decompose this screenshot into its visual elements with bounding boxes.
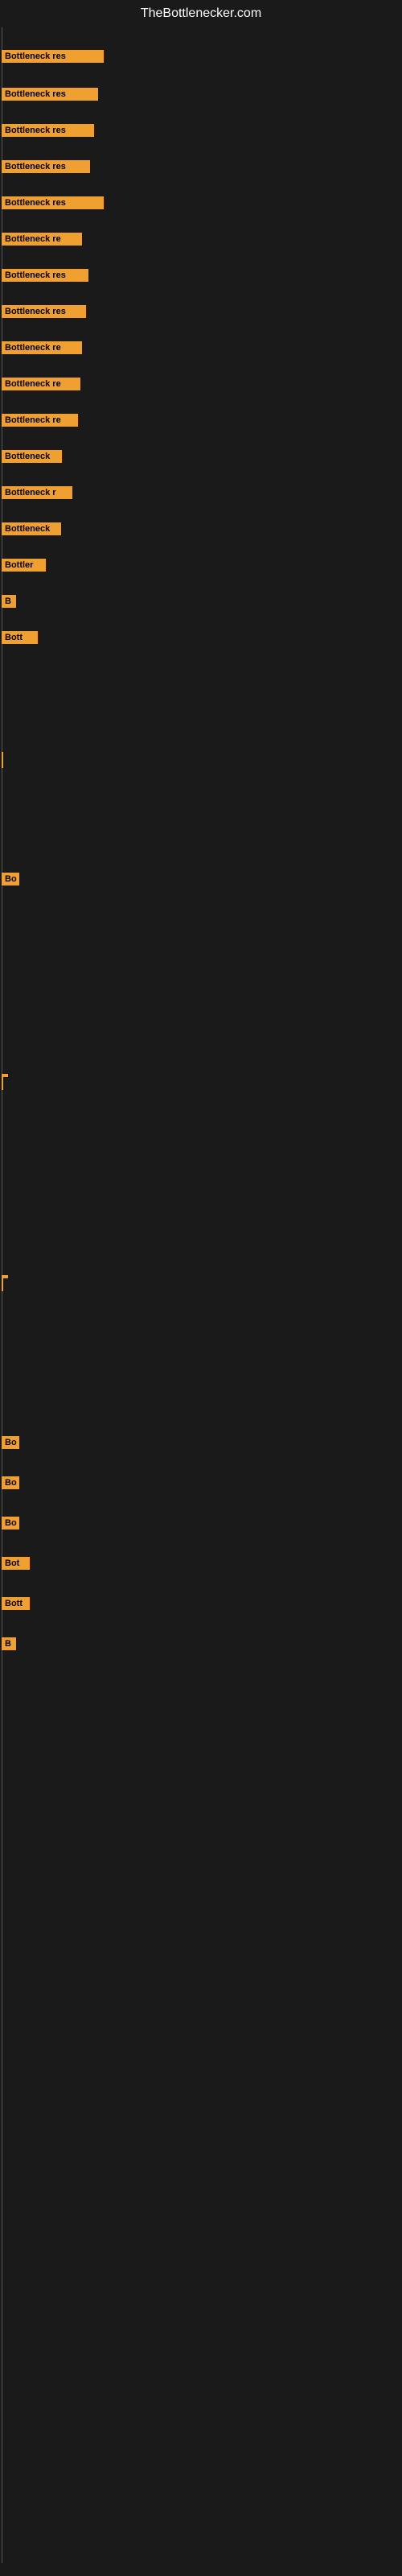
bar-label: Bottleneck res [2, 160, 90, 173]
tick-mark-2 [2, 1074, 3, 1090]
bar-item: Bottleneck re [2, 341, 82, 354]
bar-label: Bottler [2, 559, 46, 572]
bar-label: Bottleneck re [2, 341, 82, 354]
bar-item: B [2, 595, 16, 608]
bar-label: Bottleneck res [2, 50, 104, 63]
bar-item: Bottleneck res [2, 160, 90, 173]
bar-item: Bottleneck res [2, 305, 86, 318]
bar-item: B [2, 1637, 16, 1650]
bar-label: Bo [2, 1436, 19, 1449]
bar-item: Bottleneck r [2, 486, 72, 499]
bar-label: Bott [2, 1597, 30, 1610]
chart-area: Bottleneck res Bottleneck res Bottleneck r… [0, 27, 402, 2563]
bar-item: Bottleneck res [2, 124, 94, 137]
bar-label: Bottleneck re [2, 378, 80, 390]
bar-item: Bottleneck res [2, 88, 98, 101]
tick-mark-3 [2, 1275, 3, 1291]
bar-item: Bo [2, 1476, 19, 1489]
bar-item: Bottleneck [2, 522, 61, 535]
bar-item: Bottleneck res [2, 196, 104, 209]
bar-label: Bo [2, 1517, 19, 1530]
bar-label: Bottleneck re [2, 233, 82, 246]
bar-label: Bottleneck r [2, 486, 72, 499]
bar-label: Bottleneck re [2, 414, 78, 427]
bar-label: Bottleneck [2, 450, 62, 463]
bar-label: Bottleneck res [2, 196, 104, 209]
bar-label: Bo [2, 1476, 19, 1489]
bar-item: Bottleneck re [2, 378, 80, 390]
bar-item: Bottleneck [2, 450, 62, 463]
site-title: TheBottlenecker.com [0, 0, 402, 27]
bar-label: Bot [2, 1557, 30, 1570]
bar-label: Bottleneck [2, 522, 61, 535]
bar-item: Bottler [2, 559, 46, 572]
bar-item: Bo [2, 1517, 19, 1530]
bar-label: Bottleneck res [2, 269, 88, 282]
bar-label: B [2, 595, 16, 608]
bar-item: Bott [2, 1597, 30, 1610]
bar-item: Bottleneck res [2, 50, 104, 63]
bar-item: Bott [2, 631, 38, 644]
bar-label: Bottleneck res [2, 305, 86, 318]
bar-label: Bo [2, 873, 19, 886]
bar-item: Bot [2, 1557, 30, 1570]
bar-item: Bo [2, 1436, 19, 1449]
bar-label: Bottleneck res [2, 124, 94, 137]
bar-item: Bo [2, 873, 19, 886]
bar-item: Bottleneck re [2, 233, 82, 246]
bar-label: B [2, 1637, 16, 1650]
bar-item: Bottleneck re [2, 414, 78, 427]
bar-item: Bottleneck res [2, 269, 88, 282]
bar-label: Bott [2, 631, 38, 644]
tick-mark [2, 752, 3, 768]
bar-label: Bottleneck res [2, 88, 98, 101]
